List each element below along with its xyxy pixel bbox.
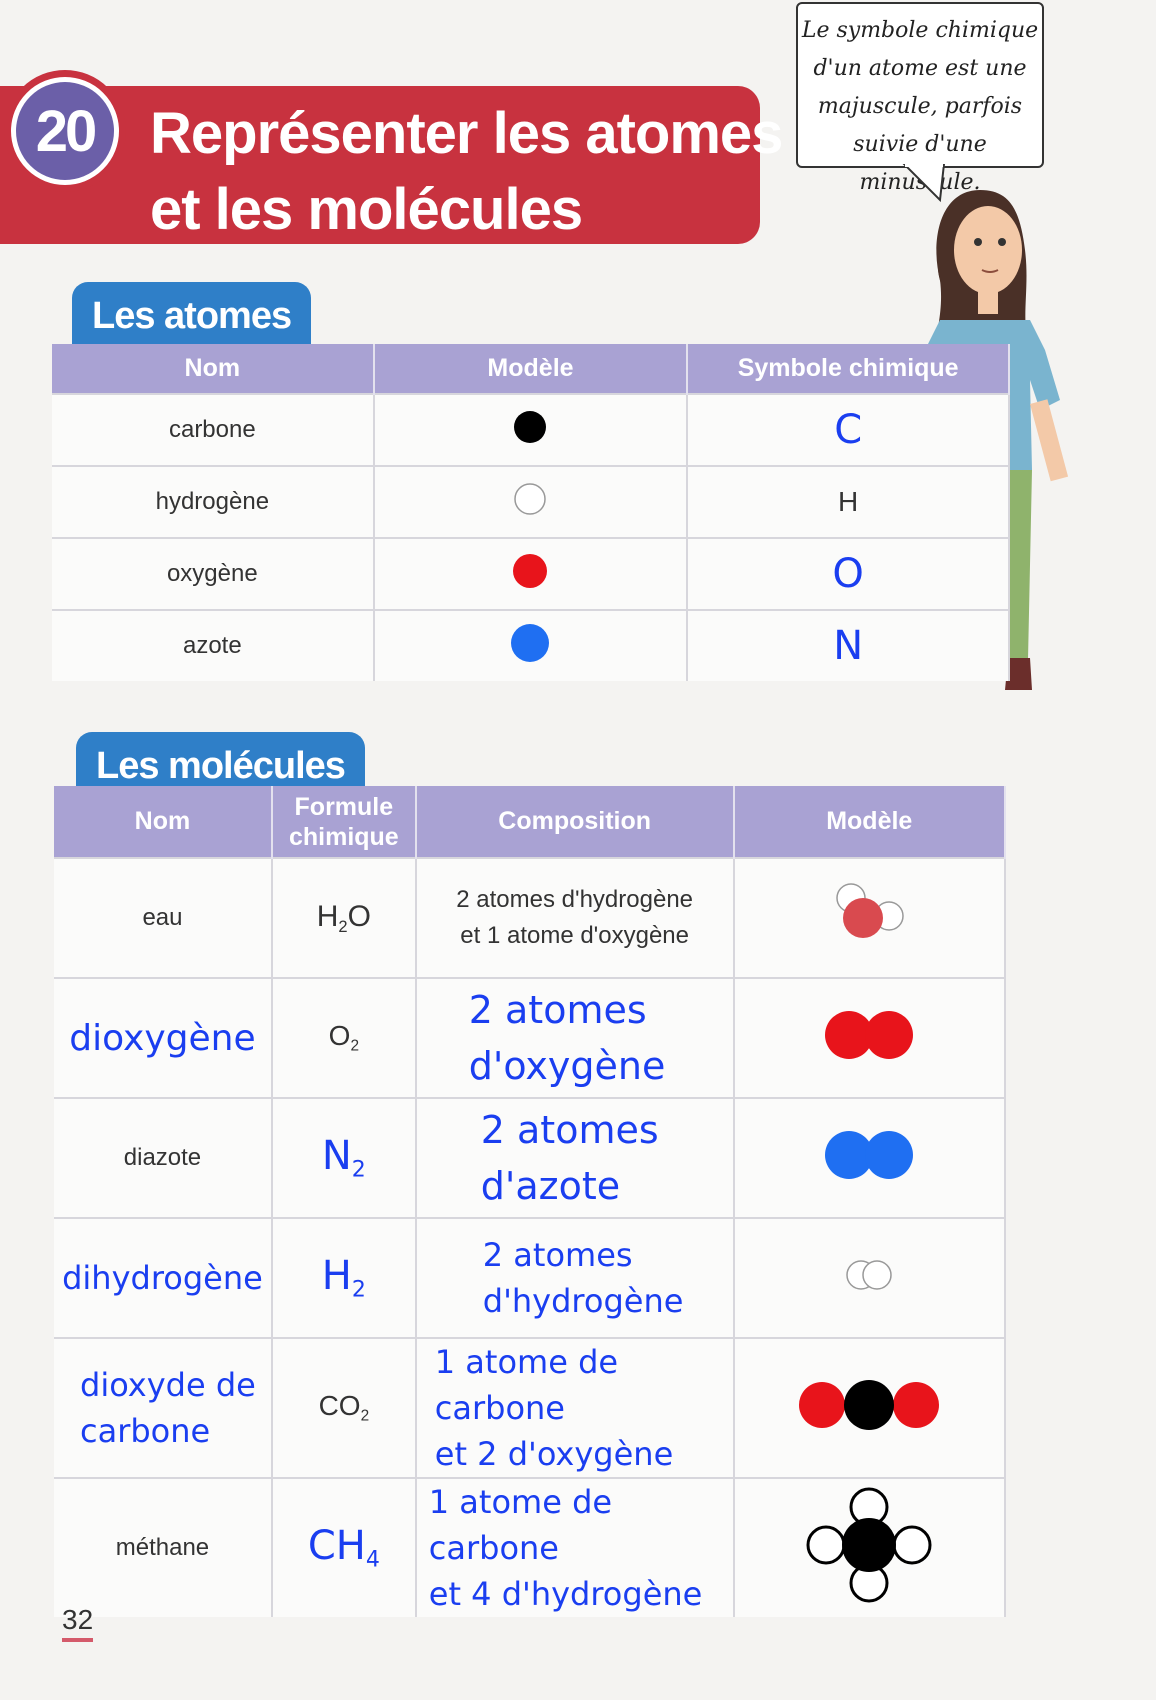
atom-name: azote [52,609,375,681]
col-header-name: Nom [52,344,375,394]
table-row: diazote N2 2 atomes d'azote [54,1097,1007,1218]
title-line: Représenter les atomes [150,101,783,166]
speech-bubble: Le symbole chimique d'un atome est une m… [796,2,1044,195]
molecule-formula: CO2 [271,1337,417,1478]
molecule-composition: 1 atome de carbone et 4 d'hydrogène [415,1477,735,1617]
col-header-composition: Composition [415,786,735,858]
atom-name: oxygène [52,537,375,610]
atom-model [373,465,689,538]
dioxygen-molecule-icon [825,1010,914,1059]
molecule-formula: H2O [271,857,417,978]
atom-symbol: H [687,465,1010,538]
carbon-atom-icon [514,410,547,443]
atom-model [373,393,689,466]
methane-molecule-icon [806,1487,932,1602]
molecule-formula: CH4 [271,1477,417,1617]
molecule-name: dioxyde de carbone [54,1337,273,1478]
nitrogen-atom-icon [511,623,550,662]
molecule-model [733,977,1007,1098]
bubble-line: majuscule, parfois [817,94,1023,119]
col-header-formula: Formule chimique [271,786,417,858]
molecule-composition: 1 atome de carbone et 2 d'oxygène [415,1337,735,1478]
carbon-dioxide-molecule-icon [799,1379,940,1430]
atom-symbol: N [687,609,1010,681]
molecule-composition: 2 atomes d'oxygène [415,977,735,1098]
molecule-model [733,1217,1007,1338]
chapter-number: 20 [16,82,114,180]
molecule-model [733,1477,1007,1617]
page-number: 32 [62,1604,94,1642]
page-title: Représenter les atomes et les molécules [150,96,783,248]
molecule-formula: H2 [271,1217,417,1338]
atom-symbol: C [687,393,1010,466]
molecule-composition: 2 atomes d'hydrogène [415,1217,735,1338]
table-row: dioxyde de carbone CO2 1 atome de carbon… [54,1337,1007,1478]
molecule-name: dioxygène [54,977,273,1098]
molecule-composition: 2 atomes d'hydrogène et 1 atome d'oxygèn… [415,857,735,978]
title-line: et les molécules [150,177,583,242]
dinitrogen-molecule-icon [825,1130,914,1179]
molecule-name: dihydrogène [54,1217,273,1338]
col-header-model: Modèle [373,344,689,394]
table-row: dihydrogène H2 2 atomes d'hydrogène [54,1217,1007,1338]
table-row: oxygène O [52,537,1010,610]
header-line: chimique [288,822,399,851]
molecule-model [733,1337,1007,1478]
molecule-name: diazote [54,1097,273,1218]
bubble-line: Le symbole chimique [801,18,1039,43]
header-line: Formule [294,792,394,821]
section-tab-atoms: Les atomes [72,282,312,346]
atom-name: hydrogène [52,465,375,538]
atom-model [373,537,689,610]
oxygen-atom-icon [513,553,548,588]
atoms-table: Nom Modèle Symbole chimique carbone C hy… [52,344,1010,681]
atom-symbol: O [687,537,1010,610]
atom-name: carbone [52,393,375,466]
table-row: eau H2O 2 atomes d'hydrogène et 1 atome … [54,857,1007,978]
molecule-composition: 2 atomes d'azote [415,1097,735,1218]
col-header-symbol: Symbole chimique [687,344,1010,394]
molecule-name: eau [54,857,273,978]
bubble-line: d'un atome est une [813,56,1027,81]
table-row: azote N [52,609,1010,681]
table-row: méthane CH4 1 atome de carbone et 4 d'hy… [54,1477,1007,1617]
molecules-table: Nom Formule chimique Composition Modèle … [54,786,1007,1617]
col-header-model: Modèle [733,786,1007,858]
molecule-model [733,1097,1007,1218]
col-header-name: Nom [54,786,273,858]
hydrogen-atom-icon [514,482,547,515]
chapter-number-badge: 20 [4,70,126,192]
molecule-formula: O2 [271,977,417,1098]
molecule-name: méthane [54,1477,273,1617]
dihydrogen-molecule-icon [846,1259,893,1290]
table-row: hydrogène H [52,465,1010,538]
molecule-model [733,857,1007,978]
atom-model [373,609,689,681]
table-row: carbone C [52,393,1010,466]
water-molecule-icon [836,882,905,938]
table-row: dioxygène O2 2 atomes d'oxygène [54,977,1007,1098]
molecule-formula: N2 [271,1097,417,1218]
